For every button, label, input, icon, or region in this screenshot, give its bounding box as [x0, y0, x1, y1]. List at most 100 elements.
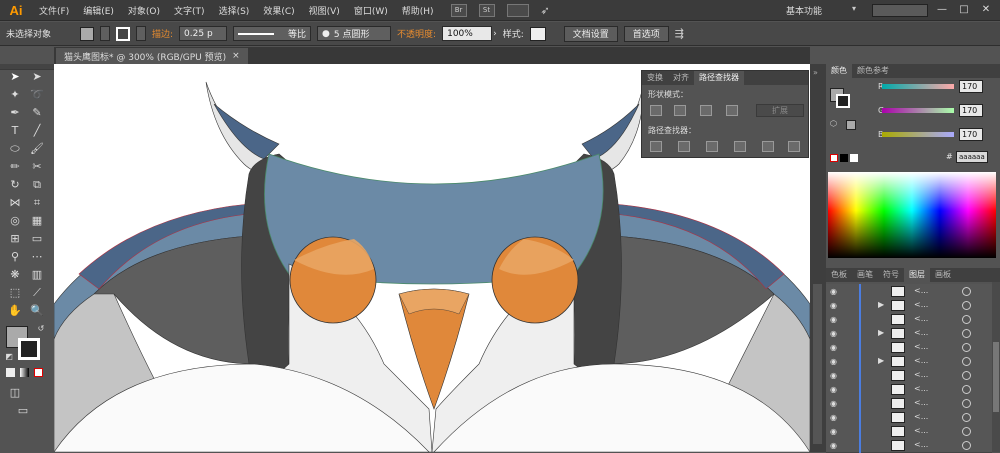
black-swatch[interactable] — [840, 154, 848, 162]
hex-input[interactable]: aaaaaa — [956, 151, 988, 163]
layer-name[interactable]: <... — [914, 328, 928, 337]
tab-transform[interactable]: 变换 — [642, 71, 668, 85]
expand-arrow-icon[interactable]: ▶ — [878, 328, 884, 337]
swap-colors-icon[interactable]: ↺ — [34, 322, 48, 336]
opacity-chevron-icon[interactable]: › — [493, 29, 497, 39]
pen-tool-icon[interactable]: ✒ — [8, 106, 22, 120]
menu-view[interactable]: 视图(V) — [302, 4, 347, 17]
stroke-swatch[interactable] — [116, 26, 130, 41]
free-transform-icon[interactable]: ⌗ — [30, 196, 44, 210]
target-icon[interactable] — [962, 399, 971, 408]
fill-dropdown[interactable] — [100, 26, 110, 41]
arrange-documents-icon[interactable] — [506, 3, 529, 17]
gradient-mode-icon[interactable] — [20, 368, 29, 377]
graphic-style-swatch[interactable] — [529, 26, 546, 41]
expand-arrow-icon[interactable]: ▶ — [878, 356, 884, 365]
target-icon[interactable] — [962, 413, 971, 422]
layer-name[interactable]: <... — [914, 440, 928, 449]
layer-row[interactable]: ◉ <... — [826, 438, 992, 453]
bridge-icon[interactable]: Br — [450, 3, 467, 17]
rotate-tool-icon[interactable]: ↻ — [8, 178, 22, 192]
merge-icon[interactable] — [706, 141, 718, 152]
layer-name[interactable]: <... — [914, 412, 928, 421]
curvature-tool-icon[interactable]: ✎ — [30, 106, 44, 120]
zoom-tool-icon[interactable]: 🔍 — [30, 304, 44, 318]
blend-tool-icon[interactable]: ⋯ — [30, 250, 44, 264]
fill-swatch[interactable] — [80, 26, 94, 41]
menu-effect[interactable]: 效果(C) — [256, 4, 301, 17]
target-icon[interactable] — [962, 357, 971, 366]
stroke-label[interactable]: 描边: — [152, 27, 173, 40]
perspective-grid-icon[interactable]: ▦ — [30, 214, 44, 228]
tab-symbols[interactable]: 符号 — [878, 268, 904, 282]
white-swatch[interactable] — [850, 154, 858, 162]
hand-tool-icon[interactable]: ✋ — [8, 304, 22, 318]
eye-icon[interactable]: ◉ — [830, 315, 837, 324]
eye-icon[interactable]: ◉ — [830, 329, 837, 338]
tab-color[interactable]: 颜色 — [826, 64, 852, 78]
minus-front-icon[interactable] — [674, 105, 686, 116]
dock-collapse-icon[interactable]: » — [813, 68, 818, 77]
layer-row[interactable]: ◉ <... — [826, 382, 992, 397]
tab-pathfinder[interactable]: 路径查找器 — [694, 71, 744, 85]
color-spectrum[interactable] — [828, 172, 996, 258]
selection-tool-icon[interactable]: ➤ — [8, 70, 22, 84]
tab-color-guide[interactable]: 颜色参考 — [852, 64, 894, 78]
divide-icon[interactable] — [650, 141, 662, 152]
target-icon[interactable] — [962, 301, 971, 310]
eye-icon[interactable]: ◉ — [830, 301, 837, 310]
line-tool-icon[interactable]: ╱ — [30, 124, 44, 138]
eye-icon[interactable]: ◉ — [830, 343, 837, 352]
layer-name[interactable]: <... — [914, 384, 928, 393]
layer-name[interactable]: <... — [914, 426, 928, 435]
layer-name[interactable]: <... — [914, 286, 928, 295]
exclude-icon[interactable] — [726, 105, 738, 116]
stock-icon[interactable]: St — [478, 3, 495, 17]
menu-select[interactable]: 选择(S) — [212, 4, 257, 17]
artboard-tool-icon[interactable]: ⬚ — [8, 286, 22, 300]
preferences-button[interactable]: 首选项 — [623, 25, 669, 42]
layer-row[interactable]: ◉ <... — [826, 284, 992, 299]
menu-edit[interactable]: 编辑(E) — [76, 4, 121, 17]
tab-brushes[interactable]: 画笔 — [852, 268, 878, 282]
mesh-tool-icon[interactable]: ⊞ — [8, 232, 22, 246]
target-icon[interactable] — [962, 315, 971, 324]
gradient-tool-icon[interactable]: ▭ — [30, 232, 44, 246]
opacity-label[interactable]: 不透明度: — [397, 27, 436, 40]
eye-icon[interactable]: ◉ — [830, 385, 837, 394]
layer-row[interactable]: ◉ <... — [826, 312, 992, 327]
layer-row[interactable]: ◉ ▶ <... — [826, 298, 992, 313]
layer-row[interactable]: ◉ <... — [826, 424, 992, 439]
layer-name[interactable]: <... — [914, 398, 928, 407]
workspace-switcher[interactable]: 基本功能 — [786, 4, 822, 17]
scale-tool-icon[interactable]: ⧉ — [30, 178, 44, 192]
red-value-input[interactable]: 170 — [959, 80, 983, 93]
stroke-weight-input[interactable]: 0.25 p — [179, 26, 228, 41]
paintbrush-tool-icon[interactable]: 🖌 — [30, 142, 44, 156]
minus-back-icon[interactable] — [788, 141, 800, 152]
eyedropper-icon[interactable]: ⚲ — [8, 250, 22, 264]
shape-builder-icon[interactable]: ◎ — [8, 214, 22, 228]
layer-name[interactable]: <... — [914, 342, 928, 351]
stroke-dropdown[interactable] — [136, 26, 146, 41]
none-mode-icon[interactable] — [34, 368, 43, 377]
eye-icon[interactable]: ◉ — [830, 427, 837, 436]
slice-tool-icon[interactable]: ⟋ — [30, 286, 44, 300]
eye-icon[interactable]: ◉ — [830, 413, 837, 422]
maximize-button[interactable]: □ — [954, 3, 974, 17]
layer-name[interactable]: <... — [914, 356, 928, 365]
unite-icon[interactable] — [650, 105, 662, 116]
stroke-color-box[interactable] — [18, 338, 40, 360]
target-icon[interactable] — [962, 329, 971, 338]
menu-help[interactable]: 帮助(H) — [395, 4, 441, 17]
draw-mode-icon[interactable]: ◫ — [8, 386, 22, 400]
eye-icon[interactable]: ◉ — [830, 441, 837, 450]
width-tool-icon[interactable]: ⋈ — [8, 196, 22, 210]
ellipse-tool-icon[interactable]: ⬭ — [8, 142, 22, 156]
tab-align[interactable]: 对齐 — [668, 71, 694, 85]
tab-close-icon[interactable]: × — [232, 51, 240, 61]
expand-button[interactable]: 扩展 — [756, 104, 804, 117]
default-colors-icon[interactable]: ◩ — [2, 350, 16, 364]
layer-row[interactable]: ◉ <... — [826, 340, 992, 355]
screen-mode-icon[interactable]: ▭ — [16, 404, 30, 418]
